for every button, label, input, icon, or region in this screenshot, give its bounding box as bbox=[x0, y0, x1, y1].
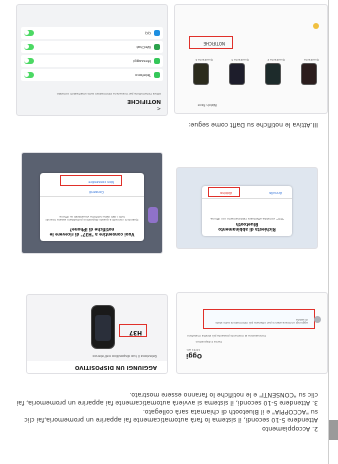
pairing-screen: Richiesta di abbinamento Bluetooth "H37"… bbox=[176, 167, 318, 249]
add-device-title: AGGIUNGI UN DISPOSITIVO bbox=[74, 364, 157, 370]
toggle-wechat[interactable] bbox=[24, 44, 34, 50]
pair-confirm-button[interactable]: Abbina bbox=[220, 191, 232, 195]
toggle-phone[interactable] bbox=[24, 72, 34, 78]
search-card-text: Cerca il dispositivo bbox=[195, 340, 222, 344]
pairing-dialog: Richiesta di abbinamento Bluetooth "H37"… bbox=[202, 186, 292, 236]
notif-row-wechat[interactable]: WeChat bbox=[21, 41, 163, 53]
bell-icon bbox=[313, 23, 319, 29]
manual-page: 2. Accoppiamento Attendere 5-10 secondi,… bbox=[0, 0, 338, 464]
notif-label-qq: QQ bbox=[145, 31, 151, 36]
allow-screen: Vuoi consentire a "H37" di ricevere le n… bbox=[21, 152, 163, 254]
dialog-divider bbox=[202, 198, 292, 199]
qq-icon bbox=[154, 30, 160, 36]
add-device-subtitle: Seleziona il tuo dispositivo nell'elenco bbox=[92, 354, 157, 358]
allow-confirm-button[interactable]: Consenti bbox=[89, 190, 104, 194]
watch-tab-2[interactable]: Quadrante 2 bbox=[267, 58, 285, 62]
reminder-text: aggiungi un breve elenco per ottenere pi… bbox=[215, 317, 308, 325]
step2-heading: 2. Accoppiamento bbox=[262, 425, 318, 432]
connection-text: Connessione al momento presente più stre… bbox=[187, 334, 266, 338]
allow-divider bbox=[40, 196, 144, 197]
device-name[interactable]: H37 bbox=[129, 329, 142, 335]
notifications-screen: < NOTIFICHE Attiva l'interruttore per ri… bbox=[16, 4, 168, 116]
watch-face-4[interactable] bbox=[193, 63, 209, 85]
notifications-entry[interactable]: NOTIFICHE bbox=[203, 41, 225, 46]
home-screen: Oggi 10:51 am Cerca il dispositivo Conne… bbox=[176, 292, 328, 374]
watch-face-2[interactable] bbox=[265, 63, 281, 85]
watch-device-image[interactable] bbox=[91, 305, 115, 349]
allow-title: Vuoi consentire a "H37" di ricevere le n… bbox=[49, 227, 135, 237]
allow-deny-button[interactable]: Non consentire bbox=[88, 180, 114, 184]
pairing-body: "H37" vorrebbe effettuare l'abbinamento … bbox=[209, 217, 285, 221]
section-heading: III.Attiva le notifiche su Daflt come se… bbox=[188, 121, 318, 128]
notif-row-messages[interactable]: Messaggi bbox=[21, 55, 163, 67]
watch-face-1[interactable] bbox=[301, 63, 317, 85]
wechat-icon bbox=[154, 44, 160, 50]
watch-tab-1[interactable]: Quadrante bbox=[304, 58, 319, 62]
phone-icon bbox=[154, 72, 160, 78]
toggle-qq[interactable] bbox=[24, 30, 34, 36]
notif-row-qq[interactable]: QQ bbox=[21, 27, 163, 39]
toggle-messages[interactable] bbox=[24, 58, 34, 64]
watch-face-screen: Watch Face Quadrante Quadrante 2 Quadran… bbox=[174, 4, 328, 114]
notif-label-messages: Messaggi bbox=[133, 59, 151, 64]
notif-row-phone[interactable]: Telefono bbox=[21, 69, 163, 81]
chapter-tab bbox=[329, 420, 338, 440]
watch-face-label: Watch Face bbox=[197, 103, 217, 107]
step3-paragraph: 3. Attendere 5-10 secondi, il sistema si… bbox=[16, 391, 319, 406]
back-button[interactable]: < bbox=[157, 105, 161, 111]
notif-label-wechat: WeChat bbox=[136, 45, 151, 50]
notifications-title: NOTIFICHE bbox=[127, 98, 161, 104]
pair-cancel-button[interactable]: Annulla bbox=[269, 191, 282, 195]
messages-icon bbox=[154, 58, 160, 64]
notif-label-phone: Telefono bbox=[135, 73, 151, 78]
reminder-banner[interactable]: aggiungi un breve elenco per ottenere pi… bbox=[203, 309, 315, 329]
watch-tab-4[interactable]: Quadrante 4 bbox=[195, 58, 213, 62]
step2-paragraph: Attendere 5-10 secondi, il sistema lo fa… bbox=[24, 408, 318, 423]
allow-dialog: Vuoi consentire a "H37" di ricevere le n… bbox=[40, 173, 144, 241]
app-icon bbox=[148, 207, 158, 223]
watch-screen bbox=[95, 315, 111, 341]
time-label: 10:51 am bbox=[186, 348, 200, 352]
add-device-screen: AGGIUNGI UN DISPOSITIVO Seleziona il tuo… bbox=[26, 294, 168, 374]
watch-tab-3[interactable]: Quadrante 3 bbox=[231, 58, 249, 62]
allow-body: Quando ti connetti a questo dispositivo … bbox=[45, 214, 139, 222]
pairing-title: Richiesta di abbinamento Bluetooth bbox=[218, 222, 276, 232]
watch-face-3[interactable] bbox=[229, 63, 245, 85]
banner-icon bbox=[314, 316, 321, 323]
day-label: Oggi bbox=[186, 352, 202, 359]
spine-rule bbox=[328, 0, 329, 464]
notifications-hint: Attiva l'interruttore per ricevere le in… bbox=[56, 92, 161, 96]
